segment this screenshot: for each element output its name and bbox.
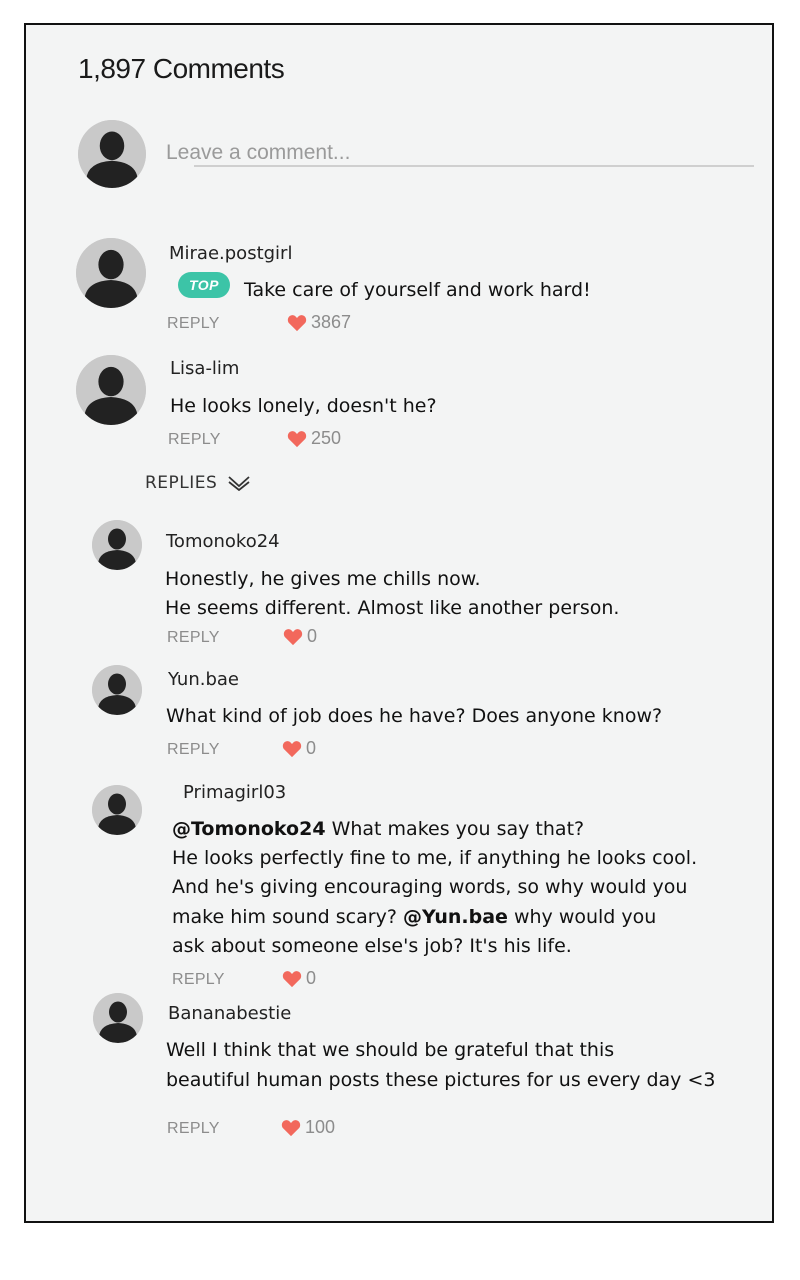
chevron-down-icon	[228, 476, 250, 491]
reply-text-line: Honestly, he gives me chills now.	[165, 568, 481, 590]
like-count: 250	[311, 428, 342, 448]
avatar[interactable]	[76, 355, 146, 425]
reply-text-line: @Tomonoko24 What makes you say that?	[172, 814, 584, 844]
like-count: 0	[306, 968, 317, 988]
reply-text-fragment: why would you	[507, 906, 657, 928]
reply-text-line: He looks perfectly fine to me, if anythi…	[172, 847, 698, 869]
like-count: 0	[307, 626, 318, 646]
comment-text: Take care of yourself and work hard!	[244, 279, 591, 301]
like-button[interactable]: 3867	[287, 312, 351, 333]
replies-toggle[interactable]: REPLIES	[145, 473, 251, 493]
reply-text-fragment: make him sound scary?	[172, 906, 403, 928]
avatar[interactable]	[76, 238, 146, 308]
like-button[interactable]: 0	[282, 968, 316, 989]
reply-text-line: He seems different. Almost like another …	[165, 597, 620, 619]
heart-icon	[282, 740, 302, 757]
reply-username[interactable]: Tomonoko24	[166, 531, 280, 552]
comments-panel: 1,897 Comments Mirae.postgirl TOP Take c…	[24, 23, 774, 1223]
reply-button[interactable]: REPLY	[172, 971, 225, 989]
like-button[interactable]: 0	[282, 738, 316, 759]
comment-input-underline	[194, 165, 754, 167]
like-button[interactable]: 250	[287, 428, 341, 449]
reply-button[interactable]: REPLY	[167, 315, 220, 333]
avatar[interactable]	[92, 520, 142, 570]
heart-icon	[282, 970, 302, 987]
reply-username[interactable]: Bananabestie	[168, 1003, 291, 1024]
reply-text-line: ask about someone else's job? It's his l…	[172, 935, 572, 957]
reply-button[interactable]: REPLY	[167, 741, 220, 759]
reply-text-fragment: What makes you say that?	[325, 818, 585, 840]
comment-username[interactable]: Mirae.postgirl	[169, 243, 292, 264]
reply-button[interactable]: REPLY	[167, 629, 220, 647]
heart-icon	[287, 314, 307, 331]
top-comment-badge: TOP	[178, 272, 230, 298]
reply-text-line: beautiful human posts these pictures for…	[166, 1069, 716, 1091]
reply-username[interactable]: Yun.bae	[168, 669, 239, 690]
heart-icon	[283, 628, 303, 645]
avatar[interactable]	[92, 785, 142, 835]
replies-toggle-label: REPLIES	[145, 473, 218, 493]
reply-button[interactable]: REPLY	[168, 431, 221, 449]
heart-icon	[287, 430, 307, 447]
reply-text-line: And he's giving encouraging words, so wh…	[172, 876, 688, 898]
like-button[interactable]: 0	[283, 626, 317, 647]
comment-username[interactable]: Lisa-lim	[170, 358, 239, 379]
heart-icon	[281, 1119, 301, 1136]
like-count: 100	[305, 1117, 336, 1137]
mention-link[interactable]: @Yun.bae	[403, 906, 508, 928]
current-user-avatar	[78, 120, 146, 188]
like-count: 0	[306, 738, 317, 758]
like-count: 3867	[311, 312, 352, 332]
reply-text-line: Well I think that we should be grateful …	[166, 1039, 615, 1061]
mention-link[interactable]: @Tomonoko24	[172, 818, 326, 840]
reply-text-line: make him sound scary? @Yun.bae why would…	[172, 902, 656, 932]
reply-button[interactable]: REPLY	[167, 1120, 220, 1138]
avatar[interactable]	[92, 665, 142, 715]
like-button[interactable]: 100	[281, 1117, 335, 1138]
reply-username[interactable]: Primagirl03	[183, 782, 286, 803]
reply-text-line: What kind of job does he have? Does anyo…	[166, 705, 663, 727]
avatar[interactable]	[93, 993, 143, 1043]
comment-text: He looks lonely, doesn't he?	[170, 395, 437, 417]
comments-count-title: 1,897 Comments	[78, 53, 285, 84]
